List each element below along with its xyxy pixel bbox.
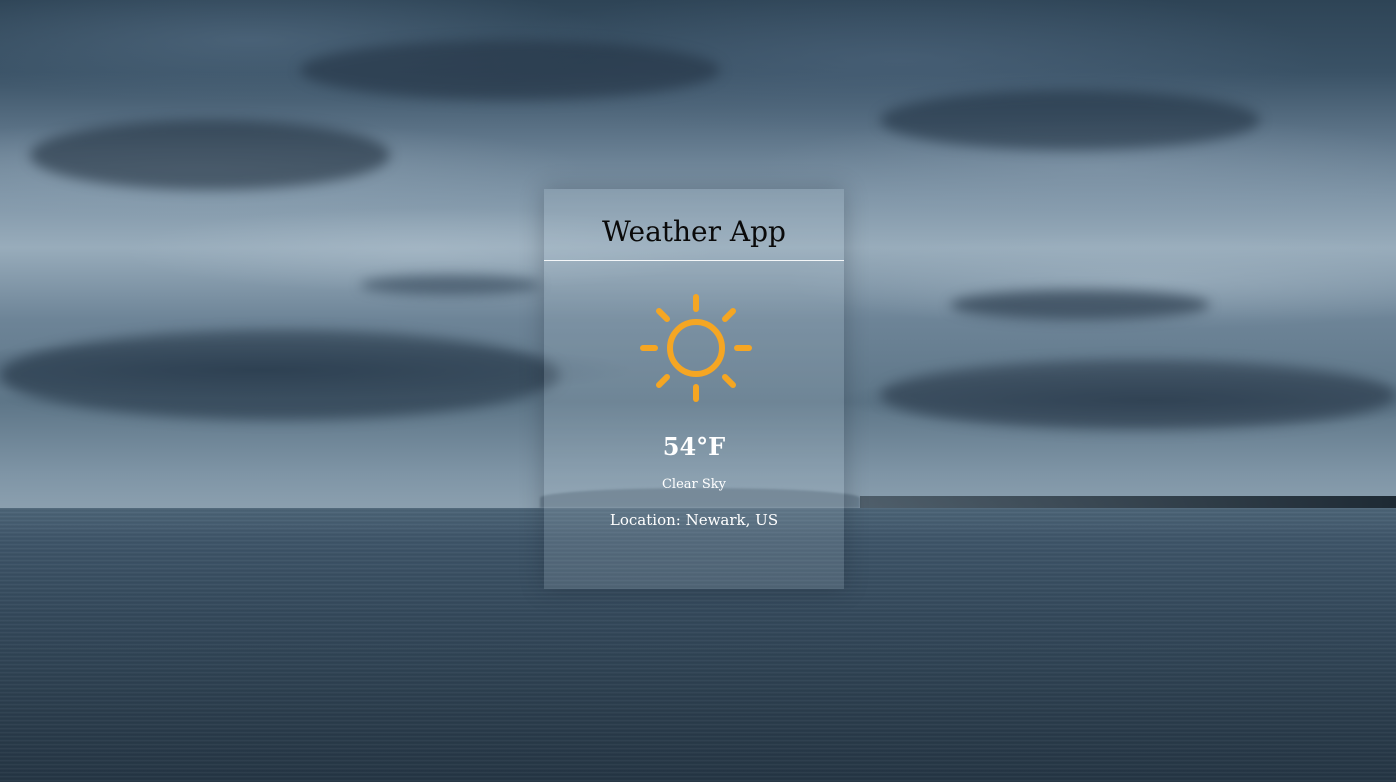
sun-icon [640, 294, 752, 402]
weather-condition: Clear Sky [661, 477, 727, 492]
temperature: 54°F [662, 432, 726, 461]
location-label: Location: [609, 511, 681, 529]
cloud [30, 120, 390, 190]
cloud [880, 90, 1260, 150]
cloud [360, 275, 540, 295]
cloud [300, 40, 720, 100]
cloud [950, 290, 1210, 320]
cloud [0, 330, 560, 420]
distant-shoreline [860, 496, 1396, 508]
location-value: Newark, US [685, 511, 779, 529]
title-divider [544, 260, 844, 261]
cloud [880, 360, 1396, 430]
weather-card: Weather App 54°F Clear Sky Location: New… [544, 189, 844, 589]
app-title: Weather App [602, 215, 786, 248]
location: Location: Newark, US [544, 509, 844, 531]
